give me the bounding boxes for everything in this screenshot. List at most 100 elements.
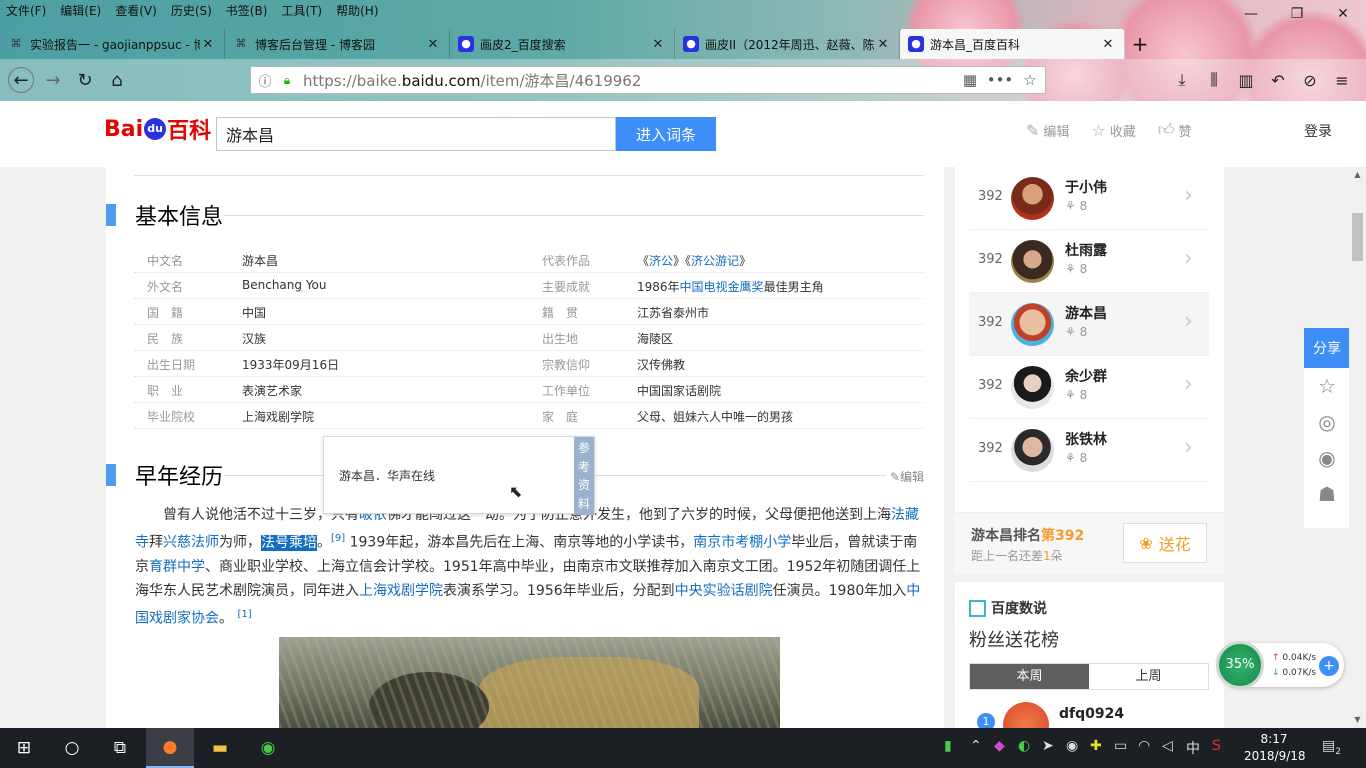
system-clock[interactable]: 8:17 2018/9/18 [1244, 731, 1306, 765]
blocked-icon[interactable]: ⊘ [1294, 66, 1326, 94]
tab-painted-skin-2[interactable]: ● 画皮II（2012年周迅、赵薇、陈 ✕ [675, 29, 900, 59]
windows-start-icon[interactable]: ⊞ [0, 728, 48, 768]
login-link[interactable]: 登录 [1304, 121, 1332, 141]
security-tray-icon[interactable]: ◐ [1018, 738, 1030, 754]
shanghai-theatre-academy-link[interactable]: 上海戏剧学院 [242, 408, 314, 425]
minimize-icon[interactable]: — [1228, 0, 1274, 28]
battery-icon[interactable]: ▮ [944, 738, 952, 754]
yuqun-school-link[interactable]: 育群中学 [149, 559, 205, 575]
wechat-tray-icon[interactable]: ◉ [1066, 738, 1078, 754]
network-speed-widget[interactable]: 35% ↑ 0.04K/s ↓ 0.07K/s + [1216, 641, 1344, 689]
notification-center-icon[interactable]: ▤2 [1322, 738, 1341, 757]
close-tab-icon[interactable]: ✕ [425, 37, 441, 52]
info-icon[interactable]: ⓘ [251, 71, 279, 90]
address-bar[interactable]: ⓘ 🔒︎ https://baike.baidu.com/item/游本昌/46… [250, 66, 1046, 94]
menu-view[interactable]: 查看(V) [115, 2, 157, 19]
scroll-down-icon[interactable]: ▼ [1349, 712, 1366, 728]
send-tray-icon[interactable]: ➤ [1042, 738, 1054, 754]
qr-code-icon[interactable]: ▦ [955, 71, 985, 89]
wifi-icon[interactable]: ◠ [1138, 738, 1150, 754]
close-tab-icon[interactable]: ✕ [650, 37, 666, 52]
tab-last-week[interactable]: 上周 [1089, 664, 1208, 689]
home-icon[interactable]: ⌂ [104, 67, 130, 93]
plus-tray-icon[interactable]: ✚ [1090, 738, 1102, 754]
weibo-icon[interactable]: ◎ [1304, 404, 1350, 440]
central-drama-theatre-link[interactable]: 中央实验话剧院 [675, 583, 773, 599]
tab-lab-report[interactable]: ⌘ 实验报告一 - gaojianppsuc - 博 ✕ [0, 29, 225, 59]
ranking-item-current[interactable]: 392 游本昌 ⚘ 8 › [969, 293, 1209, 356]
tab-blog-admin[interactable]: ⌘ 博客后台管理 - 博客园 ✕ [225, 29, 450, 59]
fan-name[interactable]: dfq0924 [1059, 706, 1124, 722]
shanghai-theatre-academy-link[interactable]: 上海戏剧学院 [359, 583, 443, 599]
close-tab-icon[interactable]: ✕ [1100, 37, 1116, 52]
baidu-baike-logo[interactable]: Bai du 百科 [104, 111, 211, 147]
tab-baidu-search[interactable]: ● 画皮2_百度搜索 ✕ [450, 29, 675, 59]
tab-you-benchang[interactable]: ● 游本昌_百度百科 ✕ [900, 29, 1125, 59]
like-button[interactable]: 👍︎ 赞 [1158, 120, 1192, 140]
menu-file[interactable]: 文件(F) [6, 2, 46, 19]
undo-icon[interactable]: ↶ [1262, 66, 1294, 94]
collect-button[interactable]: ☆ 收藏 [1091, 120, 1135, 140]
lock-icon[interactable]: 🔒︎ [279, 73, 295, 88]
library-icon[interactable]: ⫼ [1198, 66, 1230, 94]
ranking-item[interactable]: 392 于小伟 ⚘ 8 › [969, 167, 1209, 230]
firefox-icon[interactable]: ● [146, 728, 194, 768]
citation-link[interactable]: [1] [237, 609, 251, 620]
share-button[interactable]: 分享 [1304, 328, 1350, 368]
close-tab-icon[interactable]: ✕ [875, 37, 891, 52]
ime-indicator[interactable]: 中 [1186, 738, 1200, 758]
page-actions-icon[interactable]: ••• [985, 71, 1015, 89]
menu-help[interactable]: 帮助(H) [336, 2, 378, 19]
cortana-icon[interactable]: ○ [48, 728, 96, 768]
download-icon[interactable]: ⤓ [1166, 66, 1198, 94]
ranking-item[interactable]: 392 张铁林 ⚘ 8 › [969, 419, 1209, 482]
drive-tray-icon[interactable]: ▭ [1114, 738, 1127, 754]
volume-icon[interactable]: ◁ [1162, 738, 1173, 754]
reload-icon[interactable]: ↻ [72, 67, 98, 93]
menu-edit[interactable]: 编辑(E) [60, 2, 101, 19]
menu-hamburger-icon[interactable]: ≡ [1326, 66, 1358, 94]
reference-text[interactable]: 游本昌．华声在线 [339, 467, 435, 484]
show-hidden-icons[interactable]: ⌃ [970, 738, 982, 754]
send-flower-button[interactable]: ❀ 送花 [1123, 523, 1207, 563]
new-tab-icon[interactable]: + [1125, 29, 1155, 59]
kaopeng-school-link[interactable]: 南京市考棚小学 [693, 535, 791, 551]
accelerate-icon[interactable]: + [1319, 656, 1339, 676]
back-icon[interactable]: ← [8, 67, 34, 93]
citation-link[interactable]: [9] [331, 533, 345, 544]
page-scrollbar[interactable]: ▲ ▼ [1349, 167, 1366, 728]
article-photo[interactable] [279, 637, 780, 728]
favorite-star-icon[interactable]: ☆ [1304, 368, 1350, 404]
edit-entry-button[interactable]: ✎ 编辑 [1026, 120, 1069, 140]
jigong-youji-link[interactable]: 济公游记 [691, 254, 739, 268]
search-input[interactable] [216, 117, 616, 151]
qq-icon[interactable]: ☗ [1304, 476, 1350, 512]
xingci-master-link[interactable]: 兴慈法师 [163, 535, 219, 551]
tray-app-icon[interactable]: ◆ [994, 738, 1005, 754]
close-window-icon[interactable]: ✕ [1320, 0, 1366, 28]
menu-bookmarks[interactable]: 书签(B) [226, 2, 268, 19]
tab-this-week[interactable]: 本周 [970, 664, 1089, 689]
sogou-ime-icon[interactable]: S [1212, 738, 1221, 754]
edit-section-button[interactable]: ✎编辑 [886, 468, 925, 485]
golden-eagle-award-link[interactable]: 中国电视金鹰奖 [680, 280, 764, 294]
menu-history[interactable]: 历史(S) [171, 2, 212, 19]
scroll-thumb[interactable] [1352, 213, 1363, 261]
forward-icon[interactable]: → [40, 67, 66, 93]
wechat-icon[interactable]: ◉ [1304, 440, 1350, 476]
sidebar-icon[interactable]: ▥ [1230, 66, 1262, 94]
jigong-link[interactable]: 济公 [649, 254, 673, 268]
restore-icon[interactable]: ❐ [1274, 0, 1320, 28]
selected-text[interactable]: 法号乘培 [261, 534, 317, 551]
scroll-up-icon[interactable]: ▲ [1349, 167, 1366, 183]
wechat-app-icon[interactable]: ◉ [244, 728, 292, 768]
menu-tools[interactable]: 工具(T) [281, 2, 322, 19]
bookmark-star-icon[interactable]: ☆ [1015, 71, 1045, 89]
file-explorer-icon[interactable]: ▬ [196, 728, 244, 768]
close-tab-icon[interactable]: ✕ [200, 37, 216, 52]
enter-entry-button[interactable]: 进入词条 [616, 117, 716, 151]
han-ethnicity-link[interactable]: 汉族 [242, 330, 266, 347]
ranking-item[interactable]: 392 杜雨露 ⚘ 8 › [969, 230, 1209, 293]
task-view-icon[interactable]: ⧉ [96, 728, 144, 768]
url-text[interactable]: https://baike.baidu.com/item/游本昌/4619962 [295, 70, 955, 91]
